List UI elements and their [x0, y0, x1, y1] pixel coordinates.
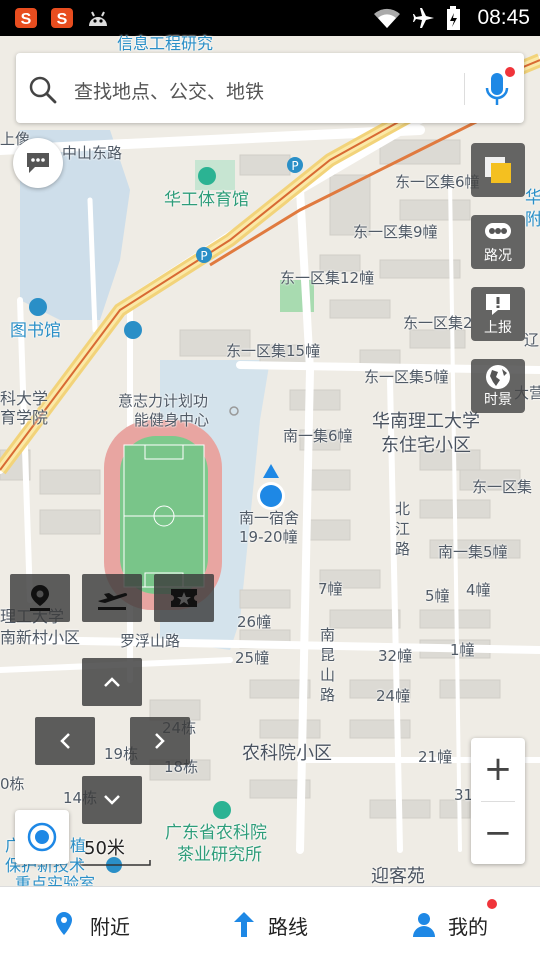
notification-dot: [487, 899, 497, 909]
map-label: 东一区集12幢: [280, 269, 375, 287]
map-label: 东一区集5幢: [364, 368, 449, 386]
map-label: 图书馆: [10, 321, 61, 341]
map-label: 能健身中心: [134, 411, 210, 429]
report-button[interactable]: 上报: [471, 287, 525, 341]
traffic-label: 路况: [484, 248, 512, 264]
map-label: 信息工程研究: [117, 34, 214, 53]
flight-button[interactable]: [82, 574, 142, 622]
current-location-marker: [256, 464, 286, 512]
location-pin-icon: [56, 912, 72, 935]
layers-button[interactable]: [471, 143, 525, 197]
map-label: 7幢: [318, 580, 343, 598]
scale-label: 50米: [84, 838, 125, 859]
map-label: 24幢: [376, 687, 411, 705]
map-label: 南: [320, 626, 336, 644]
map-label: 农科院小区: [242, 743, 332, 764]
map-label: 5幢: [425, 587, 450, 605]
map-label: 4幢: [466, 581, 491, 599]
pin-button[interactable]: [10, 574, 70, 622]
status-bar: S S 08:45: [0, 0, 540, 36]
map-label: 华: [525, 188, 540, 208]
svg-text:P: P: [291, 159, 298, 173]
map-label: 山: [320, 666, 336, 684]
map-label: 广东省农科院: [165, 823, 267, 843]
map-label: 华工体育馆: [164, 190, 249, 210]
map-label: 26幢: [237, 613, 272, 631]
tab-nearby-label: 附近: [90, 915, 130, 939]
map-label: 罗浮山路: [120, 632, 181, 650]
sogou-s-icon: S: [50, 6, 74, 30]
clock: 08:45: [477, 6, 530, 29]
ticket-button[interactable]: [154, 574, 214, 622]
map-label: 东住宅小区: [381, 435, 471, 456]
pan-left-button[interactable]: [35, 717, 95, 765]
tab-route-label: 路线: [268, 915, 308, 939]
chat-icon: [25, 151, 51, 179]
pan-up-button[interactable]: [82, 658, 142, 706]
report-label: 上报: [484, 320, 512, 336]
tab-route[interactable]: 路线: [180, 887, 360, 961]
microphone-icon[interactable]: [484, 71, 510, 111]
map-label: 中山东路: [62, 144, 123, 162]
map-label: 25幢: [235, 649, 270, 667]
map-label: 附: [525, 210, 540, 230]
map-label: 迎客苑: [371, 866, 425, 887]
map-label: 南新村小区: [0, 628, 81, 647]
sogou-s-icon: S: [14, 6, 38, 30]
map-label: 育学院: [0, 408, 49, 427]
map-label: 南一集6幢: [283, 427, 353, 445]
locate-me-button[interactable]: [15, 810, 69, 864]
pan-down-button[interactable]: [82, 776, 142, 824]
search-bar[interactable]: 查找地点、公交、地铁: [16, 53, 524, 123]
map-label: 东一区集2: [403, 314, 473, 332]
tab-mine[interactable]: 我的: [360, 887, 540, 961]
target-icon: [26, 821, 58, 857]
map-label: 路: [320, 686, 336, 704]
map-label: 东一区集9幢: [353, 223, 438, 241]
user-icon: [413, 913, 435, 937]
map-label: 南一宿舍: [239, 509, 300, 527]
map-label: 1幢: [450, 641, 475, 659]
map-label: 东一区集6幢: [395, 173, 480, 191]
map-label: 江: [395, 520, 411, 538]
svg-text:S: S: [57, 11, 68, 28]
search-divider: [464, 73, 465, 105]
bottom-tab-bar: 附近 路线 我的: [0, 886, 540, 961]
zoom-controls: + −: [471, 738, 525, 864]
map-label: 昆: [320, 646, 336, 664]
traffic-button[interactable]: 路况: [471, 215, 525, 269]
pan-right-button[interactable]: [130, 717, 190, 765]
map-label: 东一区集: [472, 478, 533, 496]
map-label: 19-20幢: [239, 528, 298, 546]
map-label: 茶业研究所: [177, 845, 262, 865]
map-label: 意志力计划功: [118, 392, 209, 410]
svg-text:S: S: [21, 11, 32, 28]
map-label: 北: [395, 500, 411, 518]
tab-mine-label: 我的: [448, 915, 488, 939]
wifi-icon: [372, 6, 402, 30]
airplane-mode-icon: [412, 6, 436, 30]
battery-icon: [446, 6, 462, 30]
tab-nearby[interactable]: 附近: [0, 887, 180, 961]
map-label: 辽: [524, 331, 540, 349]
message-button[interactable]: [13, 138, 63, 188]
search-input[interactable]: 查找地点、公交、地铁: [74, 77, 264, 104]
android-debug-icon: [86, 6, 110, 30]
zoom-in-button[interactable]: +: [471, 738, 525, 800]
map-label: 路: [395, 540, 411, 558]
route-arrow-icon: [234, 912, 254, 937]
map-label: 华南理工大学: [372, 411, 480, 432]
map-label: 东一区集15幢: [226, 342, 321, 360]
mic-notification-dot: [505, 67, 515, 77]
svg-text:P: P: [200, 249, 207, 263]
map-label: 0栋: [0, 775, 25, 793]
map-label: 21幢: [418, 748, 453, 766]
zoom-out-button[interactable]: −: [471, 802, 525, 864]
street-view-label: 时景: [484, 392, 512, 408]
map-label: 南一集5幢: [438, 543, 508, 561]
street-view-button[interactable]: 时景: [471, 359, 525, 413]
map-label: 科大学: [0, 389, 49, 408]
map-label: 32幢: [378, 647, 413, 665]
search-icon: [28, 75, 58, 109]
